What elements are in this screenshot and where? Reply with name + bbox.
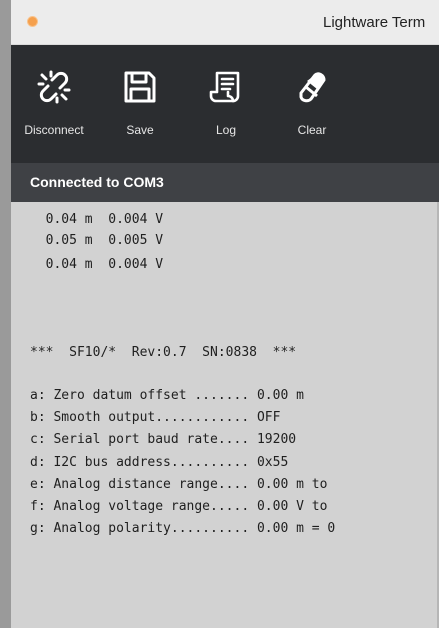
menu-line: e: Analog distance range.... 0.00 m to xyxy=(30,477,328,492)
menu-line: c: Serial port baud rate.... 19200 xyxy=(30,432,297,447)
toolbar: Disconnect Save Log Clear xyxy=(11,45,439,163)
log-button[interactable]: Log xyxy=(183,45,269,163)
log-label: Log xyxy=(215,123,237,137)
menu-line: a: Zero datum offset ....... 0.00 m xyxy=(30,388,304,403)
window-title: Lightware Term xyxy=(323,14,426,31)
save-label: Save xyxy=(126,123,154,137)
app-logo-icon xyxy=(28,17,37,26)
reading-line: 0.04 m 0.004 V xyxy=(30,257,164,272)
device-header-line: *** SF10/* Rev:0.7 SN:0838 *** xyxy=(30,345,297,360)
menu-line: g: Analog polarity.......... 0.00 m = 0 xyxy=(30,521,336,536)
reading-line: 0.05 m 0.005 V xyxy=(30,233,164,248)
document-icon xyxy=(209,71,240,103)
broken-link-icon xyxy=(37,70,71,104)
terminal-output[interactable]: 0.04 m 0.004 V 0.05 m 0.005 V 0.04 m 0.0… xyxy=(11,202,439,628)
floppy-disk-icon xyxy=(124,71,156,103)
title-bar[interactable]: Lightware Term xyxy=(11,0,439,45)
clear-button[interactable]: Clear xyxy=(269,45,355,163)
menu-line: b: Smooth output............ OFF xyxy=(30,410,281,425)
disconnect-button[interactable]: Disconnect xyxy=(11,45,97,163)
eraser-icon xyxy=(299,72,326,103)
disconnect-label: Disconnect xyxy=(24,123,84,137)
reading-line: 0.04 m 0.004 V xyxy=(30,212,164,227)
app-window: Lightware Term Disconnect Save Log Clear… xyxy=(11,0,439,628)
clear-label: Clear xyxy=(297,123,327,137)
connection-status-bar: Connected to COM3 xyxy=(11,163,439,202)
save-button[interactable]: Save xyxy=(97,45,183,163)
connection-status: Connected to COM3 xyxy=(30,174,164,190)
menu-line: d: I2C bus address.......... 0x55 xyxy=(30,455,289,470)
menu-line: f: Analog voltage range..... 0.00 V to xyxy=(30,499,328,514)
